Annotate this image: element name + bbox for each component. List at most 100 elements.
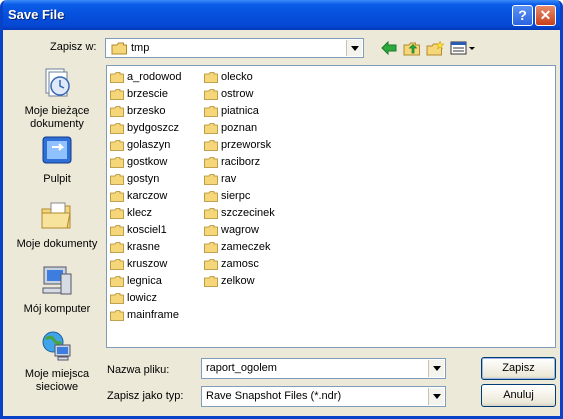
folder-item[interactable]: olecko (204, 69, 253, 85)
folder-icon (110, 190, 124, 202)
folder-item[interactable]: zameczek (204, 239, 271, 255)
up-one-level-button[interactable] (402, 39, 422, 57)
folder-item[interactable]: wagrow (204, 222, 259, 238)
folder-icon (204, 71, 218, 83)
folder-item[interactable]: krasne (110, 239, 160, 255)
folder-name: zamosc (221, 258, 259, 270)
folder-item[interactable]: raciborz (204, 154, 260, 170)
folder-icon (110, 139, 124, 151)
new-folder-button[interactable] (425, 39, 445, 57)
folder-item[interactable]: poznan (204, 120, 257, 136)
folder-item[interactable]: gostkow (110, 154, 167, 170)
place-network-places[interactable]: Moje miejsca sieciowe (13, 329, 101, 394)
network-places-icon (42, 331, 71, 361)
folder-icon (110, 156, 124, 168)
folder-icon (111, 42, 127, 55)
cancel-button[interactable]: Anuluj (481, 384, 556, 407)
place-label: Moje miejsca sieciowe (24, 368, 90, 393)
chevron-down-icon[interactable] (428, 360, 444, 377)
filename-value: raport_ogolem (206, 362, 277, 374)
up-folder-icon (403, 42, 420, 55)
folder-item[interactable]: karczow (110, 188, 167, 204)
help-button[interactable]: ? (512, 5, 533, 26)
folder-item[interactable]: rav (204, 171, 236, 187)
folder-item[interactable]: kruszow (110, 256, 167, 272)
folder-name: piatnica (221, 105, 259, 117)
folder-name: kosciel1 (127, 224, 167, 236)
folder-item[interactable]: brzescie (110, 86, 168, 102)
folder-item[interactable]: a_rodowod (110, 69, 181, 85)
folder-name: wagrow (221, 224, 259, 236)
folder-item[interactable]: sierpc (204, 188, 250, 204)
folder-name: olecko (221, 71, 253, 83)
folder-item[interactable]: legnica (110, 273, 162, 289)
place-label: Mój komputer (23, 303, 91, 315)
chevron-down-icon[interactable] (428, 388, 444, 405)
folder-item[interactable]: golaszyn (110, 137, 170, 153)
filename-input[interactable]: raport_ogolem (201, 358, 446, 379)
folder-icon (204, 88, 218, 100)
close-button[interactable]: ✕ (535, 5, 556, 26)
folder-name: szczecinek (221, 207, 275, 219)
folder-name: mainframe (127, 309, 179, 321)
new-folder-icon (426, 40, 444, 55)
save-file-dialog: Save File ? ✕ Zapisz w: tmp Moje bieżące… (0, 0, 563, 419)
folder-item[interactable]: bydgoszcz (110, 120, 179, 136)
place-label: Moje bieżące dokumenty (24, 105, 90, 130)
recent-documents-icon (45, 68, 70, 97)
folder-icon (110, 258, 124, 270)
folder-icon (110, 207, 124, 219)
folder-icon (204, 105, 218, 117)
folder-icon (110, 309, 124, 321)
save-in-dropdown[interactable]: tmp (105, 38, 364, 58)
folder-icon (204, 156, 218, 168)
folder-name: kruszow (127, 258, 168, 270)
save-button-label: Zapisz (502, 362, 535, 374)
folder-icon (204, 190, 218, 202)
place-my-documents[interactable]: Moje dokumenty (13, 199, 101, 251)
cancel-button-label: Anuluj (503, 389, 534, 401)
filetype-dropdown[interactable]: Rave Snapshot Files (*.ndr) (201, 386, 446, 407)
folder-name: ostrow (221, 88, 254, 100)
folder-item[interactable]: klecz (110, 205, 152, 221)
folder-icon (110, 88, 124, 100)
folder-item[interactable]: kosciel1 (110, 222, 167, 238)
back-arrow-icon (381, 41, 397, 55)
place-desktop[interactable]: Pulpit (13, 134, 101, 186)
folder-name: rav (221, 173, 237, 185)
title-bar[interactable]: Save File ? ✕ (3, 0, 560, 30)
file-list[interactable]: a_rodowod brzescie brzesko bydgoszcz golaszy… (106, 65, 556, 348)
folder-name: a_rodowod (127, 71, 182, 83)
folder-item[interactable]: przeworsk (204, 137, 271, 153)
folder-name: bydgoszcz (127, 122, 179, 134)
folder-item[interactable]: mainframe (110, 307, 179, 323)
save-in-label: Zapisz w: (50, 41, 97, 53)
place-my-computer[interactable]: Mój komputer (13, 264, 101, 316)
folder-name: brzesko (127, 105, 166, 117)
folder-name: brzescie (127, 88, 168, 100)
folder-name: raciborz (221, 156, 261, 168)
folder-item[interactable]: piatnica (204, 103, 259, 119)
chevron-down-icon[interactable] (346, 40, 362, 56)
folder-item[interactable]: zamosc (204, 256, 259, 272)
folder-name: gostyn (127, 173, 160, 185)
folder-item[interactable]: ostrow (204, 86, 253, 102)
folder-name: gostkow (127, 156, 168, 168)
folder-item[interactable]: lowicz (110, 290, 157, 306)
back-button[interactable] (379, 39, 399, 57)
place-recent-documents[interactable]: Moje bieżące dokumenty (13, 66, 101, 131)
folder-name: klecz (127, 207, 153, 219)
folder-icon (204, 173, 218, 185)
folder-item[interactable]: szczecinek (204, 205, 275, 221)
folder-name: zelkow (221, 275, 255, 287)
folder-item[interactable]: brzesko (110, 103, 166, 119)
folder-name: golaszyn (127, 139, 171, 151)
help-icon: ? (518, 7, 527, 23)
views-menu-button[interactable] (449, 39, 477, 57)
folder-icon (204, 258, 218, 270)
close-icon: ✕ (539, 7, 552, 23)
folder-name: sierpc (221, 190, 251, 202)
save-button[interactable]: Zapisz (481, 357, 556, 380)
folder-item[interactable]: gostyn (110, 171, 159, 187)
folder-item[interactable]: zelkow (204, 273, 255, 289)
